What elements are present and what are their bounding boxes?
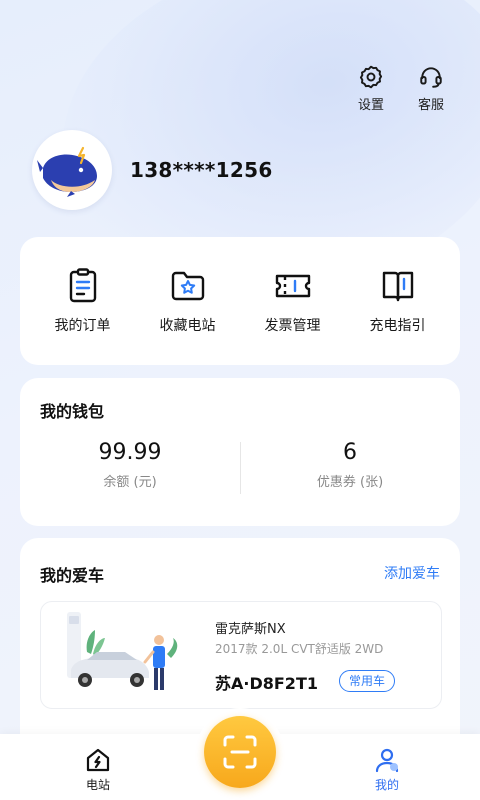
- coupon-label: 优惠券 (张): [316, 475, 384, 490]
- headset-icon: [420, 67, 442, 88]
- invoice-management-button[interactable]: 发票管理: [248, 267, 338, 335]
- user-profile-icon: [375, 748, 399, 773]
- tab-mine-label: 我的: [374, 778, 399, 792]
- car-model-name: 雷克萨斯NX: [215, 622, 286, 637]
- home-station-icon: [86, 748, 110, 772]
- avatar[interactable]: [32, 130, 112, 210]
- invoice-management-label: 发票管理: [264, 318, 321, 334]
- wallet-card: 我的钱包 99.99 余额 (元) 6 优惠券 (张): [20, 378, 460, 526]
- charging-guide-button[interactable]: 充电指引: [353, 267, 443, 335]
- profile-section: 138****1256: [32, 130, 273, 210]
- balance-item[interactable]: 99.99 余额 (元): [20, 440, 240, 490]
- wallet-divider: [240, 442, 241, 494]
- add-car-button[interactable]: 添加爱车: [384, 563, 440, 583]
- tab-station-label: 电站: [85, 778, 110, 792]
- scan-button[interactable]: [204, 716, 276, 788]
- order-list-icon: [69, 268, 96, 303]
- car-charging-illustration-icon: [67, 612, 178, 690]
- whale-mascot-icon: [37, 146, 97, 197]
- tab-station[interactable]: 电站: [68, 746, 128, 793]
- car-spec: 2017款 2.0L CVT舒适版 2WD: [215, 642, 384, 656]
- settings-button[interactable]: 设置: [352, 64, 390, 113]
- default-car-badge: 常用车: [339, 670, 396, 692]
- tab-mine[interactable]: 我的: [357, 746, 417, 793]
- balance-value: 99.99: [98, 440, 162, 465]
- coupon-value: 6: [343, 440, 357, 465]
- customer-service-label: 客服: [417, 98, 444, 113]
- charging-guide-label: 充电指引: [369, 318, 426, 334]
- my-orders-button[interactable]: 我的订单: [38, 267, 128, 335]
- scan-icon: [223, 735, 257, 769]
- my-cars-title: 我的爱车: [40, 566, 105, 585]
- license-plate: 苏A·D8F2T1: [215, 674, 318, 693]
- coupon-item[interactable]: 6 优惠券 (张): [240, 440, 460, 490]
- invoice-ticket-icon: [275, 274, 310, 298]
- favorite-stations-button[interactable]: 收藏电站: [143, 267, 233, 335]
- header-actions: 设置 客服: [352, 64, 450, 113]
- wallet-title: 我的钱包: [40, 402, 105, 421]
- settings-label: 设置: [357, 98, 384, 113]
- customer-service-button[interactable]: 客服: [412, 64, 450, 113]
- balance-label: 余额 (元): [103, 475, 157, 490]
- gear-icon: [359, 65, 383, 89]
- user-phone: 138****1256: [130, 158, 273, 182]
- car-list-item[interactable]: 雷克萨斯NX 2017款 2.0L CVT舒适版 2WD 苏A·D8F2T1 常…: [40, 601, 442, 709]
- charging-guide-icon: [382, 271, 413, 302]
- quick-actions-card: 我的订单 收藏电站 发票管理 充电指引: [20, 237, 460, 365]
- my-orders-label: 我的订单: [54, 318, 111, 334]
- favorite-station-icon: [171, 271, 204, 301]
- favorite-stations-label: 收藏电站: [159, 318, 216, 334]
